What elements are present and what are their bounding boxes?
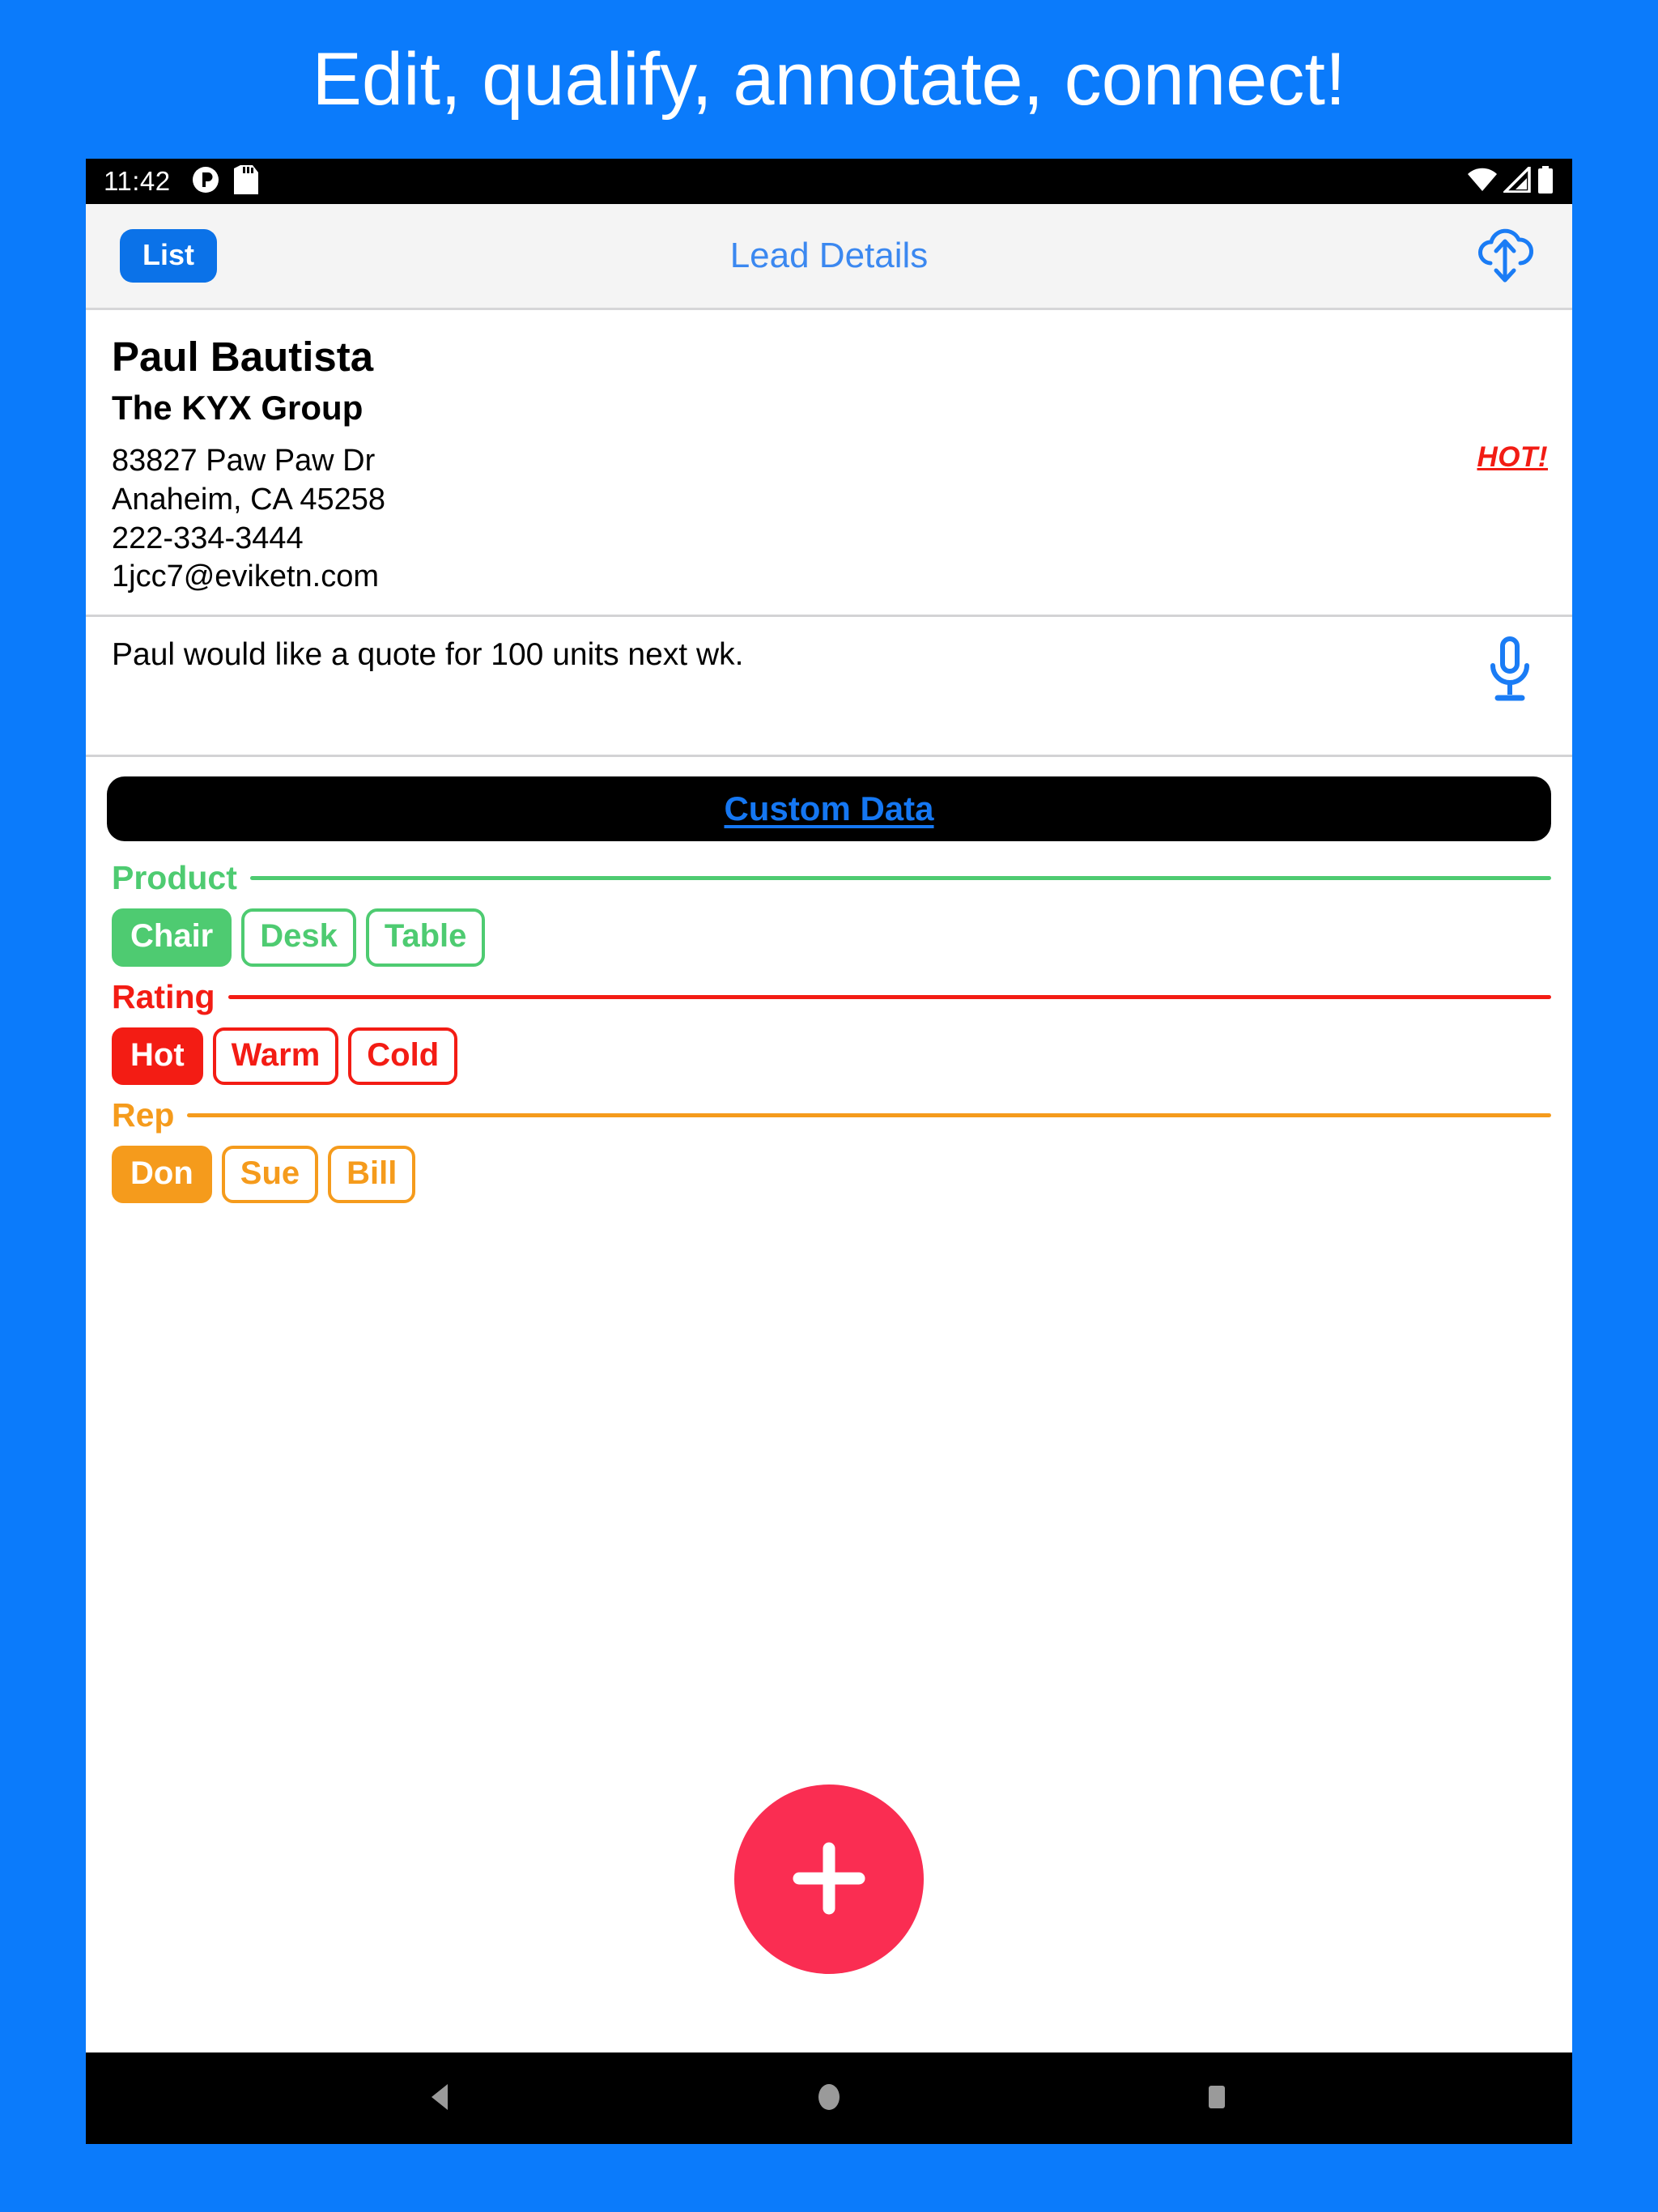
field-group-title: Product <box>112 859 237 897</box>
app-navigation-bar: List Lead Details <box>86 204 1572 310</box>
wifi-icon <box>1467 168 1498 196</box>
lead-phone[interactable]: 222-334-3444 <box>112 520 1572 559</box>
lead-name: Paul Bautista <box>112 334 374 380</box>
lead-note-section[interactable]: Paul would like a quote for 100 units ne… <box>86 617 1572 758</box>
option-chip-don[interactable]: Don <box>112 1145 212 1203</box>
option-chip-warm[interactable]: Warm <box>212 1027 339 1085</box>
field-group-header: Rep <box>86 1096 1572 1134</box>
sd-card-icon <box>233 164 258 198</box>
back-to-list-button[interactable]: List <box>120 229 218 283</box>
field-group-header: Rating <box>86 978 1572 1016</box>
lead-email[interactable]: 1jcc7@eviketn.com <box>112 558 1572 597</box>
status-badge: HOT! <box>1477 441 1548 473</box>
field-group-rep: Rep Don Sue Bill <box>86 1096 1572 1203</box>
app-notification-icon <box>192 166 219 198</box>
device-frame: 11:42 List Lead Details Paul Bautista Th… <box>86 159 1572 2144</box>
field-group-rating: Rating Hot Warm Cold <box>86 978 1572 1085</box>
android-nav-bar <box>86 2052 1572 2144</box>
option-chip-desk[interactable]: Desk <box>241 908 356 967</box>
option-chip-table[interactable]: Table <box>365 908 486 967</box>
cloud-sync-icon <box>1475 224 1535 288</box>
custom-data-groups: Product Chair Desk Table Rating Hot Warm Cold Re… <box>86 841 1572 1203</box>
promo-headline: Edit, qualify, annotate, connect! <box>312 38 1346 121</box>
field-group-header: Product <box>86 859 1572 897</box>
custom-data-label: Custom Data <box>724 789 934 828</box>
field-group-rule <box>227 994 1551 999</box>
field-group-rule <box>249 876 1551 881</box>
cloud-sync-button[interactable] <box>1475 224 1535 288</box>
field-group-rule <box>187 1112 1551 1117</box>
custom-data-header[interactable]: Custom Data <box>107 776 1551 842</box>
field-group-title: Rep <box>112 1095 175 1134</box>
lead-address-line2: Anaheim, CA 45258 <box>112 482 386 517</box>
promo-banner: Edit, qualify, annotate, connect! <box>0 0 1658 159</box>
lead-details-content: Paul Bautista The KYX Group 83827 Paw Pa… <box>86 310 1572 2052</box>
option-chip-cold[interactable]: Cold <box>348 1027 458 1085</box>
back-icon <box>423 2078 460 2118</box>
plus-icon <box>781 1831 877 1929</box>
custom-data-header-wrap: Custom Data <box>86 757 1572 842</box>
recents-icon <box>1198 2078 1235 2118</box>
nav-home-button[interactable] <box>810 2078 848 2118</box>
lead-contact-lines: 83827 Paw Paw Dr Anaheim, CA 45258 222-3… <box>86 442 1572 598</box>
nav-recents-button[interactable] <box>1198 2078 1235 2118</box>
option-chip-bill[interactable]: Bill <box>328 1145 416 1203</box>
option-chip-sue[interactable]: Sue <box>221 1145 319 1203</box>
android-status-bar: 11:42 <box>86 159 1572 204</box>
status-bar-left-icons <box>192 164 258 198</box>
field-group-product: Product Chair Desk Table <box>86 859 1572 967</box>
option-chip-chair[interactable]: Chair <box>112 908 232 967</box>
nav-back-button[interactable] <box>423 2078 460 2118</box>
lead-company: The KYX Group <box>112 389 363 428</box>
field-group-options: Don Sue Bill <box>86 1145 1572 1203</box>
page-title: Lead Details <box>729 236 929 275</box>
cellular-signal-icon <box>1501 164 1531 197</box>
status-bar-clock: 11:42 <box>104 166 171 196</box>
voice-dictation-button[interactable] <box>1485 636 1535 705</box>
lead-note-text[interactable]: Paul would like a quote for 100 units ne… <box>86 635 1485 676</box>
option-chip-hot[interactable]: Hot <box>112 1027 203 1085</box>
lead-address-line1: 83827 Paw Paw Dr <box>112 443 376 478</box>
add-record-fab[interactable] <box>734 1784 924 1974</box>
battery-icon <box>1537 165 1554 198</box>
status-bar-right-icons <box>1467 164 1554 198</box>
lead-contact-section[interactable]: Paul Bautista The KYX Group 83827 Paw Pa… <box>86 310 1572 618</box>
field-group-options: Chair Desk Table <box>86 908 1572 967</box>
field-group-options: Hot Warm Cold <box>86 1027 1572 1085</box>
microphone-icon <box>1485 636 1535 705</box>
field-group-title: Rating <box>112 977 215 1015</box>
home-icon <box>810 2078 848 2118</box>
